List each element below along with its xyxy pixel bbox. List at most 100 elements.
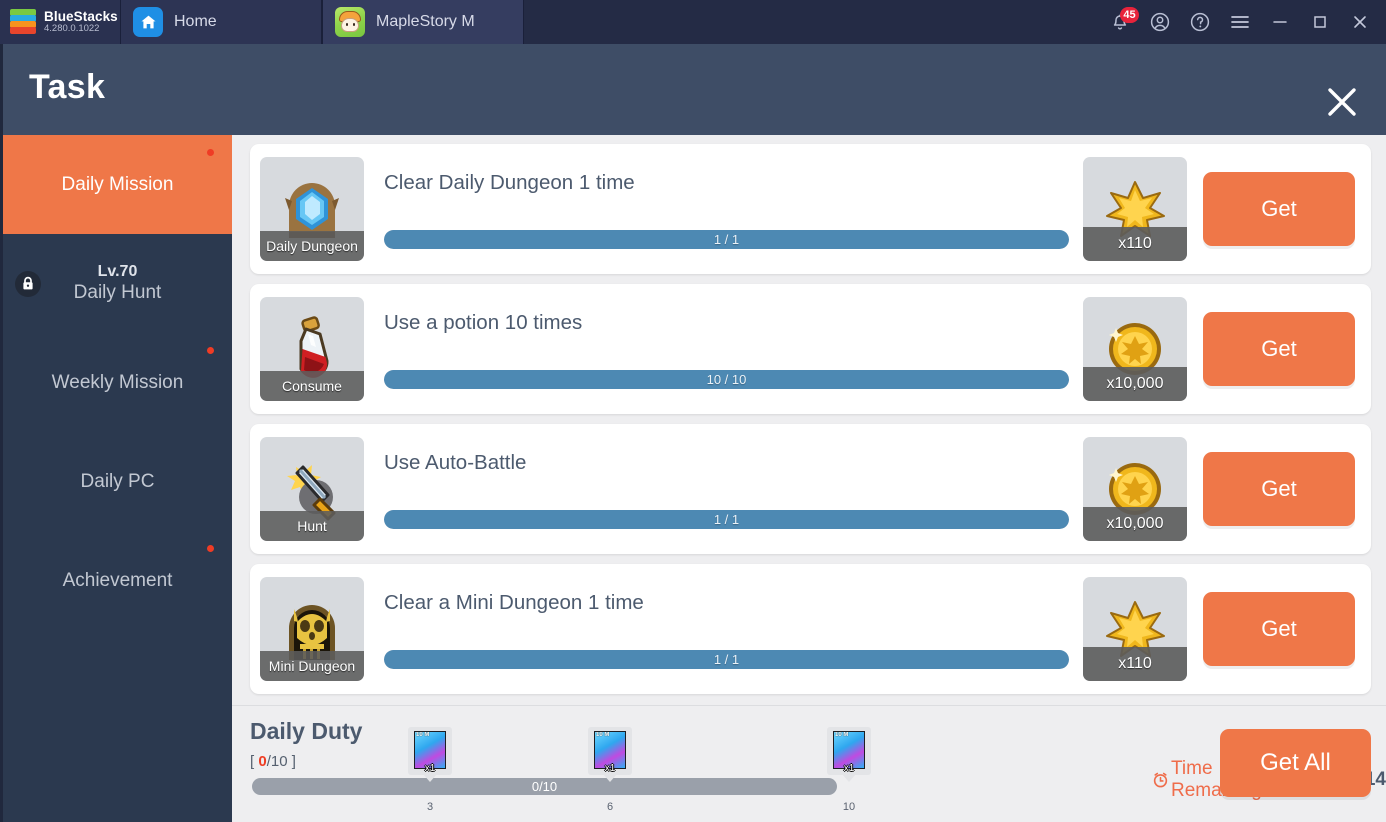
duty-reward-chip[interactable]: x1 [588,727,632,782]
task-progress-bar: 1 / 1 [384,510,1069,529]
task-progress-bar: 1 / 1 [384,230,1069,249]
task-title: Clear Daily Dungeon 1 time [384,171,635,194]
duty-tick: 6 [606,801,614,813]
daily-duty-progress-text: 0/10 [531,779,558,794]
tab-maplestory-m-label: MapleStory M [376,13,475,30]
new-dot-icon [207,347,214,354]
page-title: Task [29,68,106,106]
task-reward: x110 [1083,157,1187,261]
get-all-button[interactable]: Get All [1220,729,1371,797]
task-progress-bar: 10 / 10 [384,370,1069,389]
task-row: Consume Use a potion 10 times 10 / 10 x1… [250,284,1371,414]
home-icon [133,7,163,37]
get-button[interactable]: Get [1203,172,1355,246]
task-thumbnail-label: Hunt [260,511,364,541]
task-reward: x110 [1083,577,1187,681]
sidebar-item-daily-hunt[interactable]: Lv.70 Daily Hunt [3,234,232,333]
tab-maplestory-m[interactable]: MapleStory M [322,0,524,44]
task-row: Mini Dungeon Clear a Mini Dungeon 1 time… [250,564,1371,694]
get-button[interactable]: Get [1203,592,1355,666]
close-icon[interactable] [1340,0,1380,44]
daily-duty-bar: Daily Duty [ 0/10 ] 0/10 3 6 10 x1 x1 x1 [232,705,1386,822]
task-reward-label: x110 [1083,647,1187,681]
new-dot-icon [207,149,214,156]
daily-duty-current: 0 [258,753,267,770]
content-area: Daily Dungeon Clear Daily Dungeon 1 time… [232,135,1386,822]
task-body: Use a potion 10 times 10 / 10 [364,297,1083,401]
titlebar-spacer [524,0,1100,44]
panel-body: Daily Mission Lv.70 Daily Hunt Weekly Mi… [0,135,1386,822]
sidebar-item-daily-pc[interactable]: Daily PC [3,432,232,531]
lock-icon [15,270,41,297]
bell-icon[interactable]: 45 [1100,0,1140,44]
minimize-icon[interactable] [1260,0,1300,44]
sidebar-item-label: Daily PC [80,470,155,492]
task-reward: x10,000 [1083,297,1187,401]
duty-tick: 10 [842,801,856,813]
notification-badge: 45 [1120,7,1139,23]
task-row: Daily Dungeon Clear Daily Dungeon 1 time… [250,144,1371,274]
help-icon[interactable] [1180,0,1220,44]
menu-icon[interactable] [1220,0,1260,44]
maplestory-icon [335,7,365,37]
sidebar-item-weekly-mission[interactable]: Weekly Mission [3,333,232,432]
duty-chip-label: x1 [424,763,436,774]
task-body: Clear Daily Dungeon 1 time 1 / 1 [364,157,1083,261]
account-icon[interactable] [1140,0,1180,44]
task-thumbnail: Hunt [260,437,364,541]
bluestacks-brand: BlueStacks 4.280.0.1022 [0,0,120,44]
task-thumbnail: Mini Dungeon [260,577,364,681]
task-title: Use a potion 10 times [384,311,583,334]
task-title: Use Auto-Battle [384,451,527,474]
duty-chip-label: x1 [843,763,855,774]
task-progress-text: 1 / 1 [713,512,740,527]
app-header: Task [0,44,1386,135]
chip-pointer-icon [603,774,617,782]
task-progress-text: 10 / 10 [706,372,747,387]
task-reward: x10,000 [1083,437,1187,541]
bluestacks-logo-icon [10,9,36,35]
duty-reward-chip[interactable]: x1 [408,727,452,782]
task-thumbnail: Consume [260,297,364,401]
task-thumbnail: Daily Dungeon [260,157,364,261]
chip-pointer-icon [423,774,437,782]
task-reward-label: x10,000 [1083,367,1187,401]
daily-duty-progress-bar: 0/10 [252,778,837,795]
sidebar-item-label: Weekly Mission [51,371,184,393]
sidebar-item-label: Daily Hunt [73,282,162,303]
chip-pointer-icon [842,774,856,782]
task-progress-text: 1 / 1 [713,232,740,247]
get-button[interactable]: Get [1203,312,1355,386]
new-dot-icon [207,545,214,552]
brand-version: 4.280.0.1022 [44,23,100,35]
sidebar-item-label: Daily Mission [61,173,174,195]
brand-name: BlueStacks [44,8,118,24]
maximize-icon[interactable] [1300,0,1340,44]
sidebar-item-level: Lv.70 [97,263,138,280]
tab-home[interactable]: Home [120,0,322,44]
panel-close-button[interactable] [1316,76,1368,128]
bluestacks-titlebar: BlueStacks 4.280.0.1022 Home MapleStory … [0,0,1386,44]
get-button[interactable]: Get [1203,452,1355,526]
task-progress-bar: 1 / 1 [384,650,1069,669]
task-list: Daily Dungeon Clear Daily Dungeon 1 time… [232,135,1386,704]
task-thumbnail-label: Mini Dungeon [260,651,364,681]
daily-duty-title: Daily Duty [250,718,363,744]
alarm-clock-icon [1153,772,1168,788]
task-title: Clear a Mini Dungeon 1 time [384,591,644,614]
task-progress-text: 1 / 1 [713,652,740,667]
titlebar-controls: 45 [1100,0,1386,44]
duty-chip-label: x1 [604,763,616,774]
tab-home-label: Home [174,13,217,30]
duty-reward-chip[interactable]: x1 [827,727,871,782]
task-reward-label: x10,000 [1083,507,1187,541]
task-thumbnail-label: Daily Dungeon [260,231,364,261]
sidebar-item-daily-mission[interactable]: Daily Mission [3,135,232,234]
sidebar-item-achievement[interactable]: Achievement [3,531,232,630]
task-row: Hunt Use Auto-Battle 1 / 1 x10,000 Get [250,424,1371,554]
daily-duty-count: [ 0/10 ] [250,753,296,770]
sidebar-item-label: Achievement [62,569,173,591]
sidebar: Daily Mission Lv.70 Daily Hunt Weekly Mi… [3,135,232,822]
task-body: Clear a Mini Dungeon 1 time 1 / 1 [364,577,1083,681]
task-reward-label: x110 [1083,227,1187,261]
